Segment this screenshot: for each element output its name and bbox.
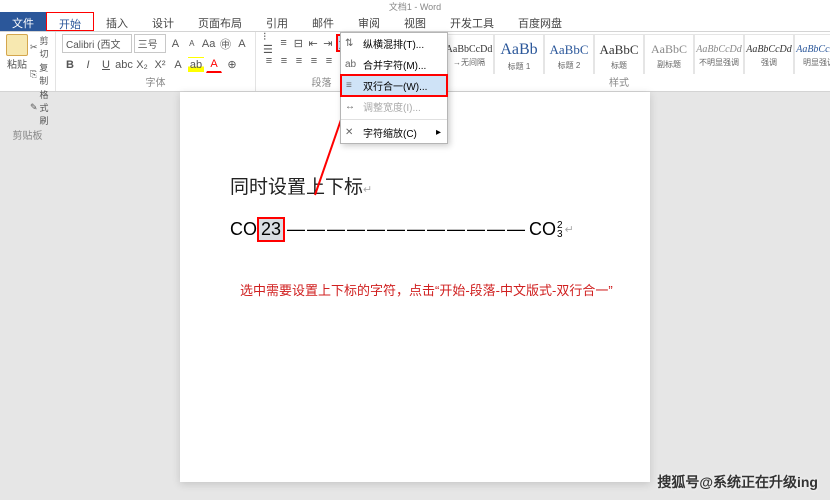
scale-icon: ✕ [345, 127, 357, 138]
italic-button[interactable]: I [80, 57, 96, 73]
painter-button[interactable]: ✎格式刷 [30, 88, 49, 127]
superscript-button[interactable]: X² [152, 57, 168, 73]
font-color-button[interactable]: A [206, 57, 222, 73]
menu-separator [341, 119, 447, 120]
tab-design[interactable]: 设计 [140, 12, 186, 31]
font-size-combo[interactable]: 三号 [134, 34, 167, 53]
tab-references[interactable]: 引用 [254, 12, 300, 31]
styles-group-label: 样式 [394, 74, 830, 89]
phonetic-button[interactable]: ㊥ [218, 36, 232, 52]
grow-font-button[interactable]: A [168, 36, 182, 52]
style-item[interactable]: AaBbC副标题 [644, 34, 694, 74]
tab-baidu[interactable]: 百度网盘 [506, 12, 574, 31]
style-item[interactable]: AaBbC标题 [594, 34, 644, 74]
paste-button[interactable]: 粘贴 [6, 34, 28, 127]
style-item[interactable]: AaBb标题 1 [494, 34, 544, 74]
two-lines-icon: ≡ [346, 80, 358, 91]
tab-developer[interactable]: 开发工具 [438, 12, 506, 31]
group-clipboard: 粘贴 ✂剪切 ⎘复制 ✎格式刷 剪贴板 [0, 32, 56, 91]
indent-inc-button[interactable]: ⇥ [321, 35, 335, 51]
watermark: 搜狐号@系统正在升级ing [657, 472, 818, 492]
tab-insert[interactable]: 插入 [94, 12, 140, 31]
group-font: Calibri (西文 三号 A A Aa ㊥ A B I U abc X₂ X… [56, 32, 256, 91]
tab-view[interactable]: 视图 [392, 12, 438, 31]
clipboard-group-label: 剪贴板 [6, 127, 49, 142]
paste-icon [6, 34, 28, 56]
text-co2: CO [529, 219, 556, 240]
copy-button[interactable]: ⎘复制 [30, 61, 49, 87]
highlight-button[interactable]: ab [188, 57, 204, 73]
style-item[interactable]: AaBbCcDd明显强调 [794, 34, 830, 74]
menu-two-lines[interactable]: ≡双行合一(W)... [340, 74, 448, 97]
subscript-button[interactable]: X₂ [134, 57, 150, 73]
style-item[interactable]: AaBbCcDd不明显强调 [694, 34, 744, 74]
menu-char-scale[interactable]: ✕字符缩放(C)▸ [341, 122, 447, 143]
menu-adjust-width: ↔调整宽度(I)... [341, 96, 447, 117]
text-dashes: ———————————— [287, 219, 527, 240]
tab-mailings[interactable]: 邮件 [300, 12, 346, 31]
bullets-button[interactable]: ⁝☰ [262, 35, 276, 51]
group-styles: AaBbCcDd→正文AaBbCcDd→无间隔AaBb标题 1AaBbC标题 2… [388, 32, 830, 91]
change-case-button[interactable]: Aa [201, 36, 216, 52]
text-co1: CO [230, 219, 257, 240]
style-item[interactable]: AaBbC标题 2 [544, 34, 594, 74]
doc-heading: 同时设置上下标↵ [230, 172, 600, 199]
style-item[interactable]: AaBbCcDd强调 [744, 34, 794, 74]
instruction-text: 选中需要设置上下标的字符，点击“开始-段落-中文版式-双行合一” [240, 280, 613, 299]
title-bar: 文档1 - Word [0, 0, 830, 12]
pilcrow-icon: ↵ [565, 223, 574, 236]
brush-icon: ✎ [30, 102, 38, 113]
underline-button[interactable]: U [98, 57, 114, 73]
copy-icon: ⎘ [30, 69, 37, 80]
cut-button[interactable]: ✂剪切 [30, 34, 49, 60]
font-name-combo[interactable]: Calibri (西文 [62, 34, 132, 53]
shrink-font-button[interactable]: A [185, 36, 199, 52]
align-justify-button[interactable]: ≡ [307, 53, 321, 69]
tab-file[interactable]: 文件 [0, 12, 46, 31]
align-left-button[interactable]: ≡ [262, 53, 276, 69]
align-center-button[interactable]: ≡ [277, 53, 291, 69]
clear-format-button[interactable]: A [235, 36, 249, 52]
width-icon: ↔ [345, 101, 357, 112]
selected-text[interactable]: 23 [257, 217, 285, 242]
combine-icon: ab [345, 59, 357, 70]
hv-icon: ⇅ [345, 38, 357, 49]
paste-label: 粘贴 [7, 56, 27, 71]
tab-review[interactable]: 审阅 [346, 12, 392, 31]
asian-layout-dropdown: ⇅纵横混排(T)... ab合并字符(M)... ≡双行合一(W)... ↔调整… [340, 32, 448, 144]
bold-button[interactable]: B [62, 57, 78, 73]
doc-body-line: CO 23 ———————————— CO 2 3 ↵ [230, 217, 600, 242]
tab-home[interactable]: 开始 [46, 12, 94, 31]
text-effects-button[interactable]: A [170, 57, 186, 73]
indent-dec-button[interactable]: ⇤ [306, 35, 320, 51]
numbering-button[interactable]: ≡ [277, 35, 291, 51]
style-item[interactable]: AaBbCcDd→无间隔 [444, 34, 494, 74]
scissors-icon: ✂ [30, 42, 38, 53]
style-gallery[interactable]: AaBbCcDd→正文AaBbCcDd→无间隔AaBb标题 1AaBbC标题 2… [394, 34, 830, 74]
font-group-label: 字体 [62, 74, 249, 89]
tab-layout[interactable]: 页面布局 [186, 12, 254, 31]
strike-button[interactable]: abc [116, 57, 132, 73]
app-title: 文档1 - Word [389, 0, 441, 13]
submenu-arrow-icon: ▸ [436, 127, 441, 138]
multilevel-button[interactable]: ⊟ [292, 35, 306, 51]
text-subscript: 3 [557, 230, 563, 239]
menu-hv-combine[interactable]: ⇅纵横混排(T)... [341, 33, 447, 54]
enclose-button[interactable]: ⊕ [224, 57, 240, 73]
ribbon-tabs: 文件 开始 插入 设计 页面布局 引用 邮件 审阅 视图 开发工具 百度网盘 [0, 12, 830, 32]
align-distribute-button[interactable]: ≡ [322, 53, 336, 69]
menu-combine-chars[interactable]: ab合并字符(M)... [341, 54, 447, 75]
align-right-button[interactable]: ≡ [292, 53, 306, 69]
